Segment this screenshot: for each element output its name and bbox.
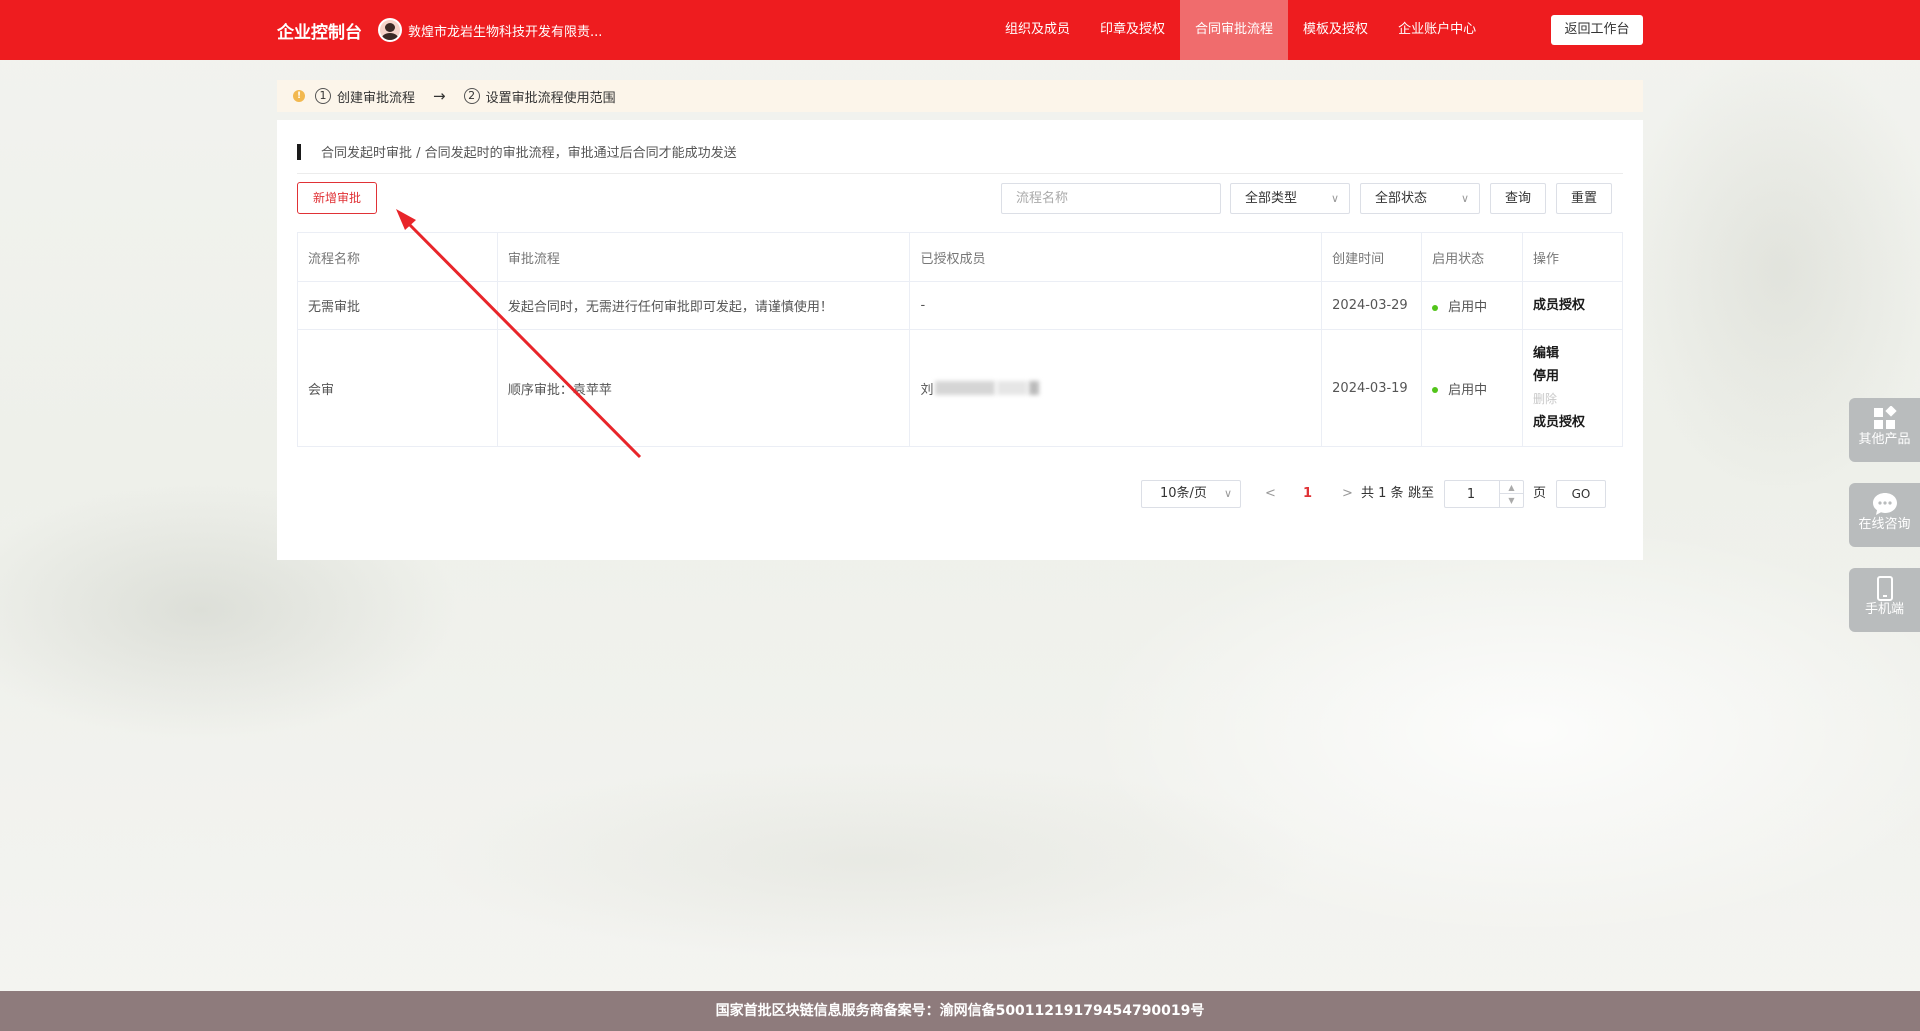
actions-cell: 编辑 停用 删除 成员授权 [1522,329,1623,447]
actions-cell: 成员授权 [1522,281,1623,330]
flow-name-cell: 会审 [297,329,498,447]
delete-link: 删除 [1533,392,1558,406]
page-size-value: 10条/页 [1160,486,1207,501]
flow-cell: 顺序审批：袁苹苹 [496,329,911,447]
members-cell: 刘 [909,329,1323,447]
status-text: 启用中 [1448,382,1488,398]
table-row: 会审 顺序审批：袁苹苹 刘 2024-03-19 启用中 编辑 停用 删除 成员… [297,329,1623,447]
background-wash [1080,520,1920,940]
warning-icon: ! [293,90,305,102]
float-mobile[interactable]: 手机端 [1849,568,1920,632]
stepper-arrows[interactable]: ▲ ▼ [1499,481,1523,507]
step-number: 2 [463,88,480,104]
description-text: 合同发起时审批 / 合同发起时的审批流程，审批通过后合同才能成功发送 [321,146,737,161]
query-button[interactable]: 查询 [1490,183,1546,214]
chat-icon [1849,483,1920,517]
float-label: 在线咨询 [1858,517,1911,532]
footer: 国家首批区块链信息服务商备案号：渝网信备50011219179454790019… [0,991,1920,1031]
nav-account-center[interactable]: 企业账户中心 [1383,0,1491,60]
nav-contract-approval[interactable]: 合同审批流程 [1180,0,1289,60]
created-cell: 2024-03-29 [1321,281,1423,330]
flow-cell: 发起合同时，无需进行任何审批即可发起，请谨慎使用！ [496,281,911,330]
members-cell: - [909,281,1323,330]
brand-title: 企业控制台 [277,23,362,43]
avatar [378,18,402,42]
member-auth-link[interactable]: 成员授权 [1533,411,1612,434]
go-button[interactable]: GO [1556,480,1606,508]
created-cell: 2024-03-19 [1321,329,1423,447]
type-select-value: 全部类型 [1245,191,1298,206]
redaction-block [997,381,1028,395]
status-cell: 启用中 [1421,329,1524,447]
title-bar-marker [297,144,301,160]
total-count: 共 1 条 [1361,486,1404,501]
back-to-workbench-button[interactable]: 返回工作台 [1551,15,1643,45]
page-description: 合同发起时审批 / 合同发起时的审批流程，审批通过后合同才能成功发送 [297,142,1623,174]
top-header: 企业控制台 敦煌市龙岩生物科技开发有限责... 组织及成员 印章及授权 合同审批… [0,0,1920,60]
flow-name-cell: 无需审批 [297,281,498,330]
add-approval-button[interactable]: 新增审批 [297,182,377,214]
column-header: 创建时间 [1321,232,1423,282]
nav-org-members[interactable]: 组织及成员 [990,0,1085,60]
column-header: 流程名称 [297,232,498,282]
edit-link[interactable]: 编辑 [1533,342,1612,365]
pagination: 10条/页 ∨ < 1 > 共 1 条 跳至 ▲▼ 页 GO [277,480,1643,510]
apps-icon [1849,398,1920,432]
nav-template-auth[interactable]: 模板及授权 [1288,0,1383,60]
status-cell: 启用中 [1421,281,1524,330]
type-select[interactable]: 全部类型 ∨ [1230,183,1350,214]
blurred-members: 刘 [920,379,1040,398]
column-header: 启用状态 [1421,232,1524,282]
chevron-down-icon[interactable]: ▼ [1500,494,1523,507]
approval-table: 流程名称 审批流程 已授权成员 创建时间 启用状态 操作 无需审批 发起合同时，… [297,232,1623,447]
mobile-icon [1849,568,1920,602]
page-unit: 页 [1533,486,1547,501]
step-label: 设置审批流程使用范围 [485,90,616,106]
float-other-products[interactable]: 其他产品 [1849,398,1920,462]
background-wash [420,760,1320,960]
float-online-consult[interactable]: 在线咨询 [1849,483,1920,547]
status-select-value: 全部状态 [1375,191,1428,206]
company-switcher[interactable]: 敦煌市龙岩生物科技开发有限责... [378,18,602,42]
chevron-up-icon[interactable]: ▲ [1500,481,1523,494]
member-auth-link[interactable]: 成员授权 [1533,294,1612,317]
page-number[interactable]: 1 [1303,480,1312,508]
status-dot-icon [1432,387,1439,393]
main-card: 合同发起时审批 / 合同发起时的审批流程，审批通过后合同才能成功发送 新增审批 … [277,120,1643,560]
float-label: 手机端 [1864,602,1904,617]
prev-page-icon[interactable]: < [1265,480,1276,508]
column-header: 已授权成员 [909,232,1323,282]
flow-name-search-input[interactable] [1001,183,1221,214]
steps-bar: ! 1 创建审批流程 → 2 设置审批流程使用范围 [277,80,1643,112]
redaction-block [1029,381,1040,395]
page-size-select[interactable]: 10条/页 ∨ [1141,480,1241,508]
arrow-right-icon: → [433,87,446,105]
footer-text: 国家首批区块链信息服务商备案号：渝网信备50011219179454790019… [715,1003,1205,1019]
chevron-down-icon: ∨ [1330,192,1339,205]
nav-seal-auth[interactable]: 印章及授权 [1085,0,1180,60]
table-header-row: 流程名称 审批流程 已授权成员 创建时间 启用状态 操作 [297,232,1623,282]
chevron-down-icon: ∨ [1460,192,1469,205]
redaction-block [935,381,996,395]
chevron-down-icon: ∨ [1223,487,1232,500]
company-name: 敦煌市龙岩生物科技开发有限责... [408,24,603,40]
step-label: 创建审批流程 [337,90,416,106]
status-select[interactable]: 全部状态 ∨ [1360,183,1480,214]
member-name: 刘 [920,382,934,398]
status-text: 启用中 [1448,300,1488,315]
float-label: 其他产品 [1858,432,1911,447]
main-nav: 组织及成员 印章及授权 合同审批流程 模板及授权 企业账户中心 [990,0,1491,60]
reset-button[interactable]: 重置 [1556,183,1612,214]
status-dot-icon [1432,304,1439,311]
table-row: 无需审批 发起合同时，无需进行任何审批即可发起，请谨慎使用！ - 2024-03… [297,281,1623,330]
column-header: 操作 [1522,232,1623,282]
disable-link[interactable]: 停用 [1533,365,1612,388]
step-number: 1 [315,88,331,104]
column-header: 审批流程 [496,232,911,282]
jump-label: 跳至 [1408,486,1435,501]
next-page-icon[interactable]: > [1342,480,1353,508]
